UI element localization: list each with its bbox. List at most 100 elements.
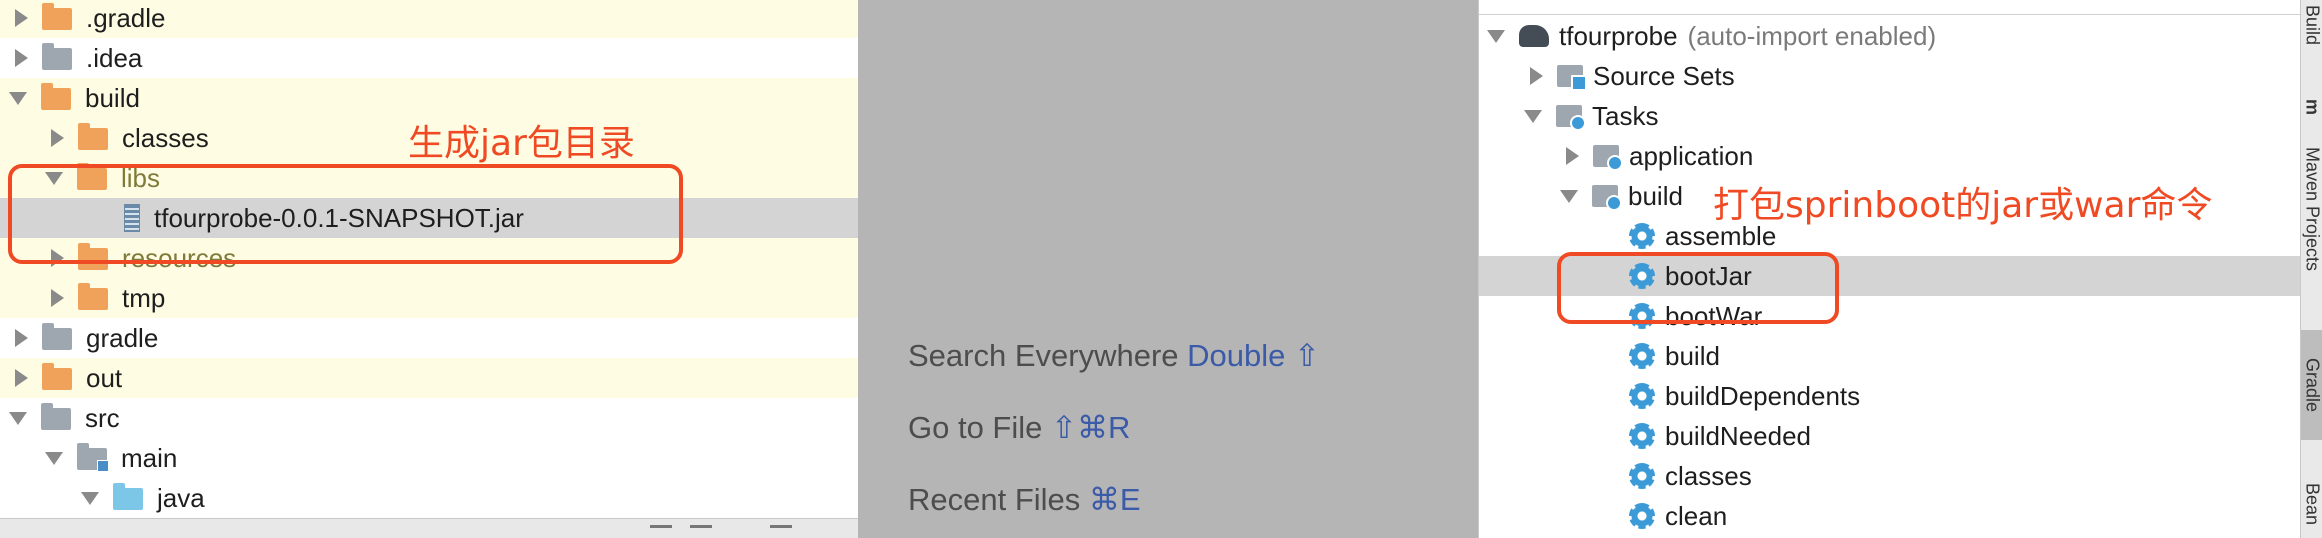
source-folder-icon [113, 483, 143, 510]
editor-empty-area: Search Everywhere Double ⇧ Go to File ⇧⌘… [858, 0, 1478, 538]
tasks-folder-icon [1556, 105, 1586, 131]
task-label: classes [1665, 460, 1752, 491]
tree-row-label: build [85, 82, 140, 113]
project-tool-window: .gradle .idea build classes libs tfourpr… [0, 0, 858, 538]
tree-row-label: .idea [86, 42, 143, 73]
tree-row-out[interactable]: out [0, 358, 858, 398]
tree-row-java[interactable]: java [0, 478, 858, 518]
task-group-icon [1592, 185, 1622, 211]
gradle-source-sets[interactable]: Source Sets [1479, 56, 2301, 96]
tree-row-main[interactable]: main [0, 438, 858, 478]
layout-icon[interactable] [650, 525, 672, 538]
collapse-arrow-icon[interactable] [81, 491, 99, 505]
task-clean[interactable]: clean [1479, 496, 2301, 536]
gradle-node-label: build [1628, 180, 1683, 211]
tree-row-build[interactable]: build [0, 78, 858, 118]
gradle-node-label: application [1629, 140, 1754, 171]
gear-icon [1629, 383, 1655, 409]
hint-shortcut: Double ⇧ [1187, 338, 1320, 373]
folder-icon [78, 123, 108, 150]
tool-tab-maven-icon[interactable]: m [2301, 92, 2322, 122]
project-bottom-bar [0, 518, 858, 538]
tree-row-label: classes [122, 122, 209, 153]
hint-go-to-file: Go to File ⇧⌘R [908, 410, 1130, 446]
module-folder-icon [77, 443, 109, 472]
hint-shortcut: ⌘E [1088, 482, 1141, 517]
collapse-arrow-icon[interactable] [1524, 109, 1542, 123]
task-label: build [1665, 340, 1720, 371]
folder-icon [42, 363, 72, 390]
gradle-toolbar [1479, 0, 2301, 15]
collapse-arrow-icon[interactable] [1487, 29, 1505, 43]
task-build[interactable]: build [1479, 336, 2301, 376]
source-sets-icon [1557, 65, 1587, 91]
folder-icon [42, 43, 72, 70]
gear-icon [1629, 463, 1655, 489]
tree-row-label: tmp [122, 282, 166, 313]
gradle-node-label: Tasks [1592, 100, 1659, 131]
folder-icon [41, 83, 71, 110]
hint-shortcut: ⇧⌘R [1051, 410, 1131, 445]
gradle-tool-window: tfourprobe (auto-import enabled) Source … [1478, 0, 2301, 538]
annotation-jar-dir: 生成jar包目录 [408, 123, 635, 164]
gradle-root-status: (auto-import enabled) [1687, 20, 1937, 51]
tree-row-src[interactable]: src [0, 398, 858, 438]
highlight-box-jar [8, 164, 683, 264]
task-group-icon [1593, 145, 1623, 171]
expand-arrow-icon[interactable] [51, 289, 64, 307]
tree-row-tmp[interactable]: tmp [0, 278, 858, 318]
collapse-arrow-icon[interactable] [9, 411, 27, 425]
tool-tab-bean[interactable]: Bean [2301, 470, 2322, 538]
tree-row-idea[interactable]: .idea [0, 38, 858, 78]
gear-icon [1629, 223, 1655, 249]
tree-row-gradle-dir[interactable]: .gradle [0, 0, 858, 38]
expand-arrow-icon[interactable] [15, 9, 28, 27]
gear-icon [1629, 503, 1655, 529]
collapse-all-icon[interactable] [690, 525, 712, 538]
tree-row-gradle[interactable]: gradle [0, 318, 858, 358]
expand-arrow-icon[interactable] [1566, 147, 1579, 165]
tool-tab-maven-projects[interactable]: Maven Projects [2301, 124, 2322, 294]
hint-recent-files: Recent Files ⌘E [908, 482, 1141, 518]
gradle-tasks[interactable]: Tasks [1479, 96, 2301, 136]
hint-label: Recent Files [908, 482, 1081, 517]
hint-label: Go to File [908, 410, 1043, 445]
annotation-package-command: 打包sprinboot的jar或war命令 [1713, 185, 2213, 226]
collapse-arrow-icon[interactable] [1560, 189, 1578, 203]
tree-row-label: java [157, 482, 205, 513]
expand-arrow-icon[interactable] [1530, 67, 1543, 85]
hint-label: Search Everywhere [908, 338, 1179, 373]
tool-tab-build[interactable]: Build [2301, 0, 2322, 50]
task-label: buildNeeded [1665, 420, 1812, 451]
gradle-elephant-icon [1519, 25, 1549, 47]
gradle-application[interactable]: application [1479, 136, 2301, 176]
expand-arrow-icon[interactable] [15, 329, 28, 347]
task-classes[interactable]: classes [1479, 456, 2301, 496]
tree-row-label: main [121, 442, 178, 473]
tree-row-label: src [85, 402, 120, 433]
highlight-box-bootjar [1557, 252, 1839, 324]
folder-icon [42, 3, 72, 30]
settings-icon[interactable] [770, 525, 792, 538]
tool-tab-gradle[interactable]: Gradle [2301, 330, 2322, 440]
tree-row-label: .gradle [86, 2, 166, 33]
collapse-arrow-icon[interactable] [9, 91, 27, 105]
right-tool-strip: Build m Maven Projects Gradle Bean [2300, 0, 2322, 538]
gear-icon [1629, 423, 1655, 449]
folder-icon [42, 323, 72, 350]
collapse-arrow-icon[interactable] [45, 451, 63, 465]
tree-row-label: gradle [86, 322, 159, 353]
task-label: buildDependents [1665, 380, 1861, 411]
gradle-root[interactable]: tfourprobe (auto-import enabled) [1479, 16, 2301, 56]
hint-search-everywhere: Search Everywhere Double ⇧ [908, 338, 1320, 374]
task-builddependents[interactable]: buildDependents [1479, 376, 2301, 416]
gear-icon [1629, 343, 1655, 369]
gradle-node-label: Source Sets [1593, 60, 1735, 91]
expand-arrow-icon[interactable] [15, 49, 28, 67]
gradle-root-label: tfourprobe [1559, 20, 1678, 51]
tree-row-label: out [86, 362, 123, 393]
expand-arrow-icon[interactable] [51, 129, 64, 147]
task-buildneeded[interactable]: buildNeeded [1479, 416, 2301, 456]
folder-icon [41, 403, 71, 430]
expand-arrow-icon[interactable] [15, 369, 28, 387]
